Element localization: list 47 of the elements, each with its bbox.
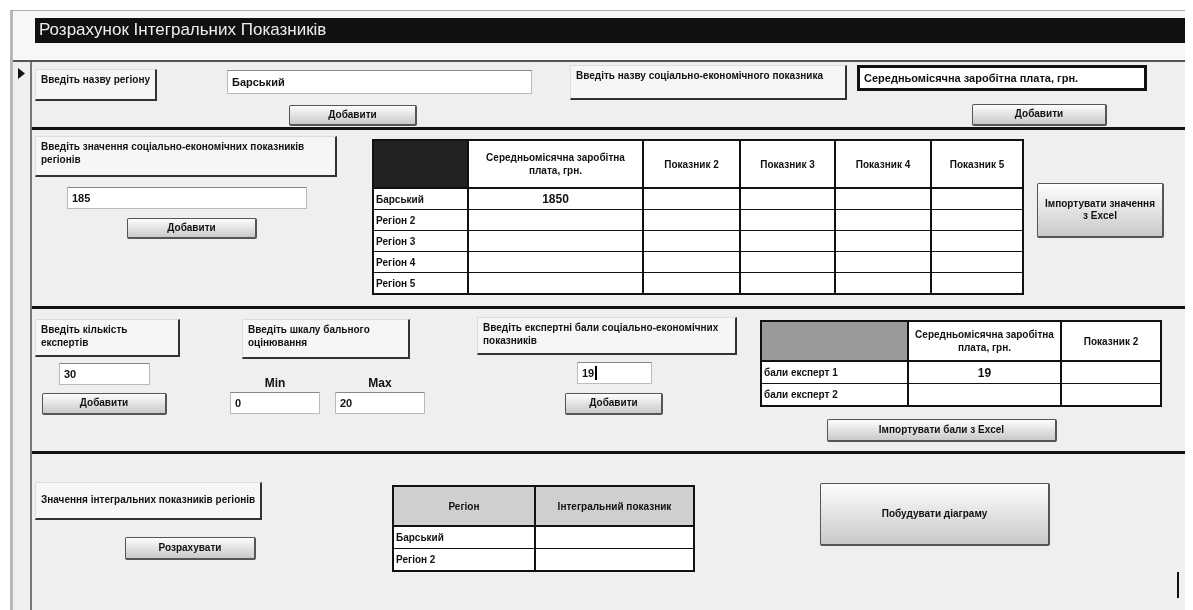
row-header: Барський (393, 526, 535, 549)
text-field[interactable]: 20 (335, 392, 425, 414)
text-field[interactable]: 0 (230, 392, 320, 414)
row-header: Регіон 2 (393, 548, 535, 571)
field-label: Введіть назву соціально-економічного показника (570, 65, 847, 100)
table-cell: 1850 (468, 188, 643, 210)
column-header: Показник 3 (740, 140, 835, 188)
row-header: бали експерт 1 (761, 361, 908, 384)
column-header: Показник 2 (1061, 321, 1161, 361)
text-field[interactable]: 185 (67, 187, 307, 209)
add-button[interactable]: Добавити (972, 104, 1107, 126)
import-button[interactable]: Імпортувати бали з Excel (827, 419, 1057, 442)
column-header: Показник 2 (643, 140, 740, 188)
row-header: Барський (373, 188, 468, 210)
import-button[interactable]: Імпортувати значення з Excel (1037, 183, 1164, 238)
row-header: Регіон 2 (373, 209, 468, 231)
column-header: Показник 4 (835, 140, 931, 188)
field-label: Введіть значення соціально-економічних показників регіонів (35, 136, 337, 177)
add-button[interactable]: Добавити (127, 218, 257, 239)
max-label: Max (368, 376, 392, 390)
chart-button[interactable]: Побудувати діаграму (820, 483, 1050, 546)
add-button[interactable]: Добавити (42, 393, 167, 415)
column-header: Середньомісячна заробітна плата, грн. (468, 140, 643, 188)
column-header: Регіон (393, 486, 535, 526)
row-header: Регіон 5 (373, 272, 468, 294)
add-button[interactable]: Добавити (289, 105, 417, 126)
min-label: Min (264, 376, 286, 390)
field-label: Значення інтегральних показників регіонів (35, 482, 263, 520)
column-header: Показник 5 (931, 140, 1023, 188)
text-field[interactable]: Середньомісячна заробітна плата, грн. (857, 65, 1147, 91)
row-header: Регіон 4 (373, 251, 468, 273)
field-label: Введіть кількість експертів (35, 319, 180, 357)
column-header: Інтегральний показник (534, 486, 694, 526)
column-header: Середньомісячна заробітна плата, грн. (908, 321, 1061, 361)
add-button[interactable]: Добавити (565, 393, 663, 415)
text-field[interactable]: 19 (577, 362, 652, 384)
row-header: бали експерт 2 (761, 383, 908, 406)
text-field[interactable]: Барський (227, 70, 532, 94)
table-cell: 19 (908, 361, 1061, 384)
text-field[interactable]: 30 (59, 363, 150, 385)
row-header: Регіон 3 (373, 230, 468, 252)
form-title: Розрахунок Інтегральних Показників (35, 18, 1185, 43)
record-pointer-icon (18, 68, 25, 79)
field-label: Введіть експертні бали соціально-економічних показників (477, 317, 737, 355)
field-label: Введіть шкалу бального оцінювання (242, 319, 410, 359)
field-label: Введіть назву регіону (35, 69, 157, 101)
calculate-button[interactable]: Розрахувати (125, 537, 256, 560)
